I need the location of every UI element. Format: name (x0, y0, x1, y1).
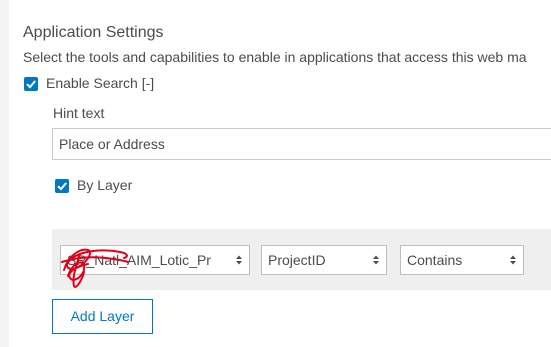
operator-select[interactable]: Contains (400, 245, 524, 275)
select-arrows-icon (236, 255, 242, 265)
checkmark-icon (26, 80, 36, 89)
by-layer-checkbox[interactable] (55, 179, 69, 193)
section-description: Select the tools and capabilities to ena… (23, 49, 527, 65)
section-title: Application Settings (23, 24, 164, 41)
select-arrows-icon (373, 255, 379, 265)
checkmark-icon (57, 182, 67, 191)
select-arrows-icon (510, 255, 516, 265)
layer-select[interactable]: SR_Natl_AIM_Lotic_Pr (60, 245, 250, 275)
field-select[interactable]: ProjectID (261, 245, 387, 275)
enable-search-checkbox[interactable] (24, 77, 38, 91)
enable-search-label[interactable]: Enable Search [-] (46, 75, 154, 91)
hint-text-input[interactable]: Place or Address (52, 128, 551, 160)
by-layer-label[interactable]: By Layer (77, 177, 132, 193)
hint-text-label: Hint text (53, 105, 105, 121)
layer-select-value: SR_Natl_AIM_Lotic_Pr (67, 252, 211, 268)
field-select-value: ProjectID (268, 252, 326, 268)
left-rail (0, 0, 9, 347)
add-layer-button[interactable]: Add Layer (52, 299, 153, 334)
operator-select-value: Contains (407, 252, 463, 268)
